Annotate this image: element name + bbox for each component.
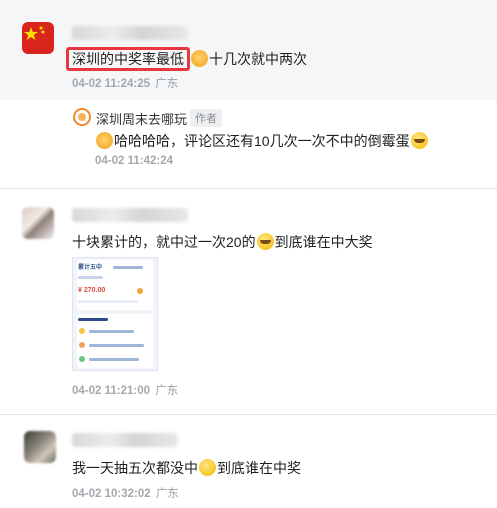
username-blurred[interactable] — [72, 26, 188, 40]
comment-time: 04-02 11:24:25 — [72, 78, 151, 90]
comment-text: 深圳的中奖率最低 十几次就中两次 — [66, 47, 307, 71]
comment-item: 十块累计的，就中过一次20的 到底谁在中大奖 累计五中 ¥ 270.00 04-0… — [0, 188, 497, 414]
comment-location: 广东 — [155, 488, 179, 500]
thumb-line — [89, 358, 139, 361]
thumb-line — [78, 318, 108, 321]
username-blurred[interactable] — [72, 433, 178, 447]
china-flag-avatar[interactable] — [22, 22, 54, 54]
comment-text: 十块累计的，就中过一次20的 到底谁在中大奖 — [72, 232, 373, 252]
flag-star-icon — [24, 26, 45, 40]
smile-emoji-icon — [199, 459, 216, 476]
avatar[interactable] — [24, 431, 56, 463]
comment-text-after: 到底谁在中大奖 — [274, 234, 373, 250]
cat-emoji-icon — [191, 50, 208, 67]
comment-meta: 04-02 11:21:00 广东 — [72, 382, 178, 398]
thumb-title: 累计五中 — [78, 265, 103, 271]
reply-text: 哈哈哈哈，评论区还有10几次一次不中的倒霉蛋 — [95, 131, 429, 151]
comment-location: 广东 — [155, 385, 179, 397]
reply-meta: 04-02 11:42:24 — [95, 155, 173, 167]
thumb-amount: ¥ 270.00 — [78, 287, 106, 294]
comment-time: 04-02 10:32:02 — [72, 488, 151, 500]
comment-meta: 04-02 10:32:02 广东 — [72, 485, 179, 501]
comment-text-before: 十块累计的，就中过一次20的 — [72, 234, 256, 250]
thumb-line — [89, 330, 134, 333]
comment-image-thumbnail[interactable]: 累计五中 ¥ 270.00 — [72, 257, 158, 371]
avatar[interactable] — [22, 207, 54, 239]
reply-author-name[interactable]: 深圳周末去哪玩 — [96, 109, 187, 128]
comment-item: 我一天抽五次都没中 到底谁在中奖 04-02 10:32:02 广东 — [0, 414, 497, 508]
thumb-line — [89, 344, 144, 347]
comment-text: 我一天抽五次都没中 到底谁在中奖 — [72, 458, 301, 478]
tear-laugh-emoji-icon — [256, 233, 274, 250]
thumb-line — [113, 266, 143, 269]
comment-time: 04-02 11:21:00 — [72, 385, 151, 397]
tear-laugh-emoji-icon — [410, 132, 428, 149]
comment-item: 深圳的中奖率最低 十几次就中两次 04-02 11:24:25 广东 — [0, 0, 497, 100]
comment-text-before: 我一天抽五次都没中 — [72, 460, 198, 476]
author-badge: 作者 — [190, 109, 222, 127]
highlighted-text: 深圳的中奖率最低 — [66, 47, 190, 71]
author-avatar[interactable] — [73, 108, 91, 126]
thumb-line — [78, 300, 138, 303]
comment-location: 广东 — [155, 78, 179, 90]
username-blurred[interactable] — [72, 208, 188, 222]
reply-time: 04-02 11:42:24 — [95, 155, 174, 167]
thumb-dot — [79, 328, 85, 334]
cat-emoji-icon — [96, 132, 113, 149]
comment-text-rest: 十几次就中两次 — [209, 51, 307, 67]
thumb-dot — [79, 342, 85, 348]
thumb-dot — [137, 288, 143, 294]
thumb-line — [78, 276, 103, 279]
comment-text-after: 到底谁在中奖 — [217, 460, 301, 476]
thumb-dot — [79, 356, 85, 362]
reply-text-content: 哈哈哈哈，评论区还有10几次一次不中的倒霉蛋 — [114, 133, 410, 149]
comment-meta: 04-02 11:24:25 广东 — [72, 75, 178, 91]
